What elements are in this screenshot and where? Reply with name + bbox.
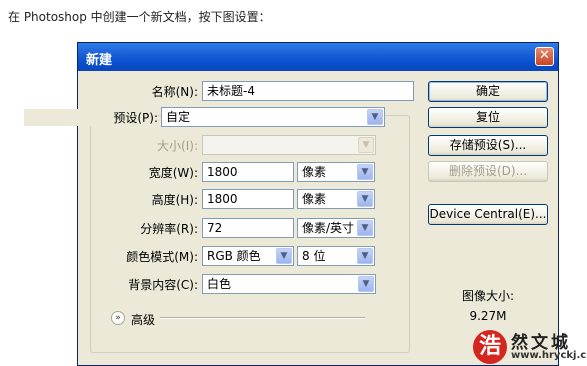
bit-depth-value: 8 位	[302, 249, 326, 263]
chevron-down-icon: ▼	[276, 248, 292, 264]
width-unit-value: 像素	[302, 165, 327, 179]
watermark-logo: 浩	[473, 330, 507, 364]
width-input[interactable]: 1800	[202, 162, 294, 182]
size-select: ▼	[202, 135, 376, 155]
height-label: 高度(H):	[151, 193, 198, 207]
height-unit-value: 像素	[302, 192, 327, 206]
image-size-value: 9.27M	[469, 309, 507, 323]
chevron-down-icon: ▼	[357, 191, 373, 207]
name-label: 名称(N):	[151, 85, 198, 99]
width-unit-select[interactable]: 像素 ▼	[297, 162, 375, 182]
chevron-down-icon: ▼	[357, 220, 373, 236]
resolution-unit-select[interactable]: 像素/英寸 ▼	[297, 218, 375, 238]
bit-depth-select[interactable]: 8 位 ▼	[297, 246, 375, 266]
resolution-input[interactable]: 72	[202, 218, 294, 238]
chevron-down-icon: ▼	[358, 276, 374, 292]
advanced-divider	[160, 317, 365, 319]
height-input[interactable]: 1800	[202, 189, 294, 209]
name-input[interactable]: 未标题-4	[202, 81, 414, 101]
title-bar: 新建 ✕	[78, 43, 558, 71]
advanced-label[interactable]: 高级	[131, 311, 155, 328]
size-label: 大小(I):	[157, 139, 198, 153]
color-mode-label: 颜色模式(M):	[126, 250, 198, 264]
intro-text: 在 Photoshop 中创建一个新文档，按下图设置：	[8, 10, 271, 24]
chevron-down-icon: ▼	[358, 137, 374, 153]
preset-label: 预设(P):	[24, 109, 158, 126]
chevron-down-icon: ▼	[367, 109, 383, 125]
color-mode-select[interactable]: RGB 颜色 ▼	[202, 246, 294, 266]
height-unit-select[interactable]: 像素 ▼	[297, 189, 375, 209]
background-value: 白色	[207, 277, 232, 291]
resolution-unit-value: 像素/英寸	[302, 221, 355, 235]
reset-button[interactable]: 复位	[428, 107, 548, 128]
background-select[interactable]: 白色 ▼	[202, 274, 376, 294]
preset-value: 自定	[166, 110, 191, 124]
chevron-down-icon: ▼	[357, 248, 373, 264]
resolution-label: 分辨率(R):	[140, 222, 198, 236]
watermark-url: www.hryckj.cn	[511, 350, 587, 361]
color-mode-value: RGB 颜色	[207, 249, 261, 263]
width-label: 宽度(W):	[148, 166, 198, 180]
delete-preset-button: 删除预设(D)...	[428, 161, 548, 182]
image-size-label: 图像大小:	[461, 289, 515, 303]
background-label: 背景内容(C):	[128, 278, 198, 292]
expand-icon[interactable]: »	[111, 311, 125, 325]
watermark: 浩 然文城 www.hryckj.cn	[473, 326, 587, 366]
close-icon: ✕	[539, 48, 550, 63]
device-central-button[interactable]: Device Central(E)...	[428, 204, 548, 225]
close-button[interactable]: ✕	[535, 47, 554, 66]
preset-select[interactable]: 自定 ▼	[161, 107, 385, 127]
new-document-dialog: 新建 ✕ 名称(N): 未标题-4 预设(P): 自定 ▼ 大小(I): ▼ 宽…	[24, 42, 559, 366]
dialog-title: 新建	[86, 53, 113, 68]
save-preset-button[interactable]: 存储预设(S)...	[428, 135, 548, 156]
chevron-down-icon: ▼	[357, 164, 373, 180]
ok-button[interactable]: 确定	[428, 81, 548, 102]
